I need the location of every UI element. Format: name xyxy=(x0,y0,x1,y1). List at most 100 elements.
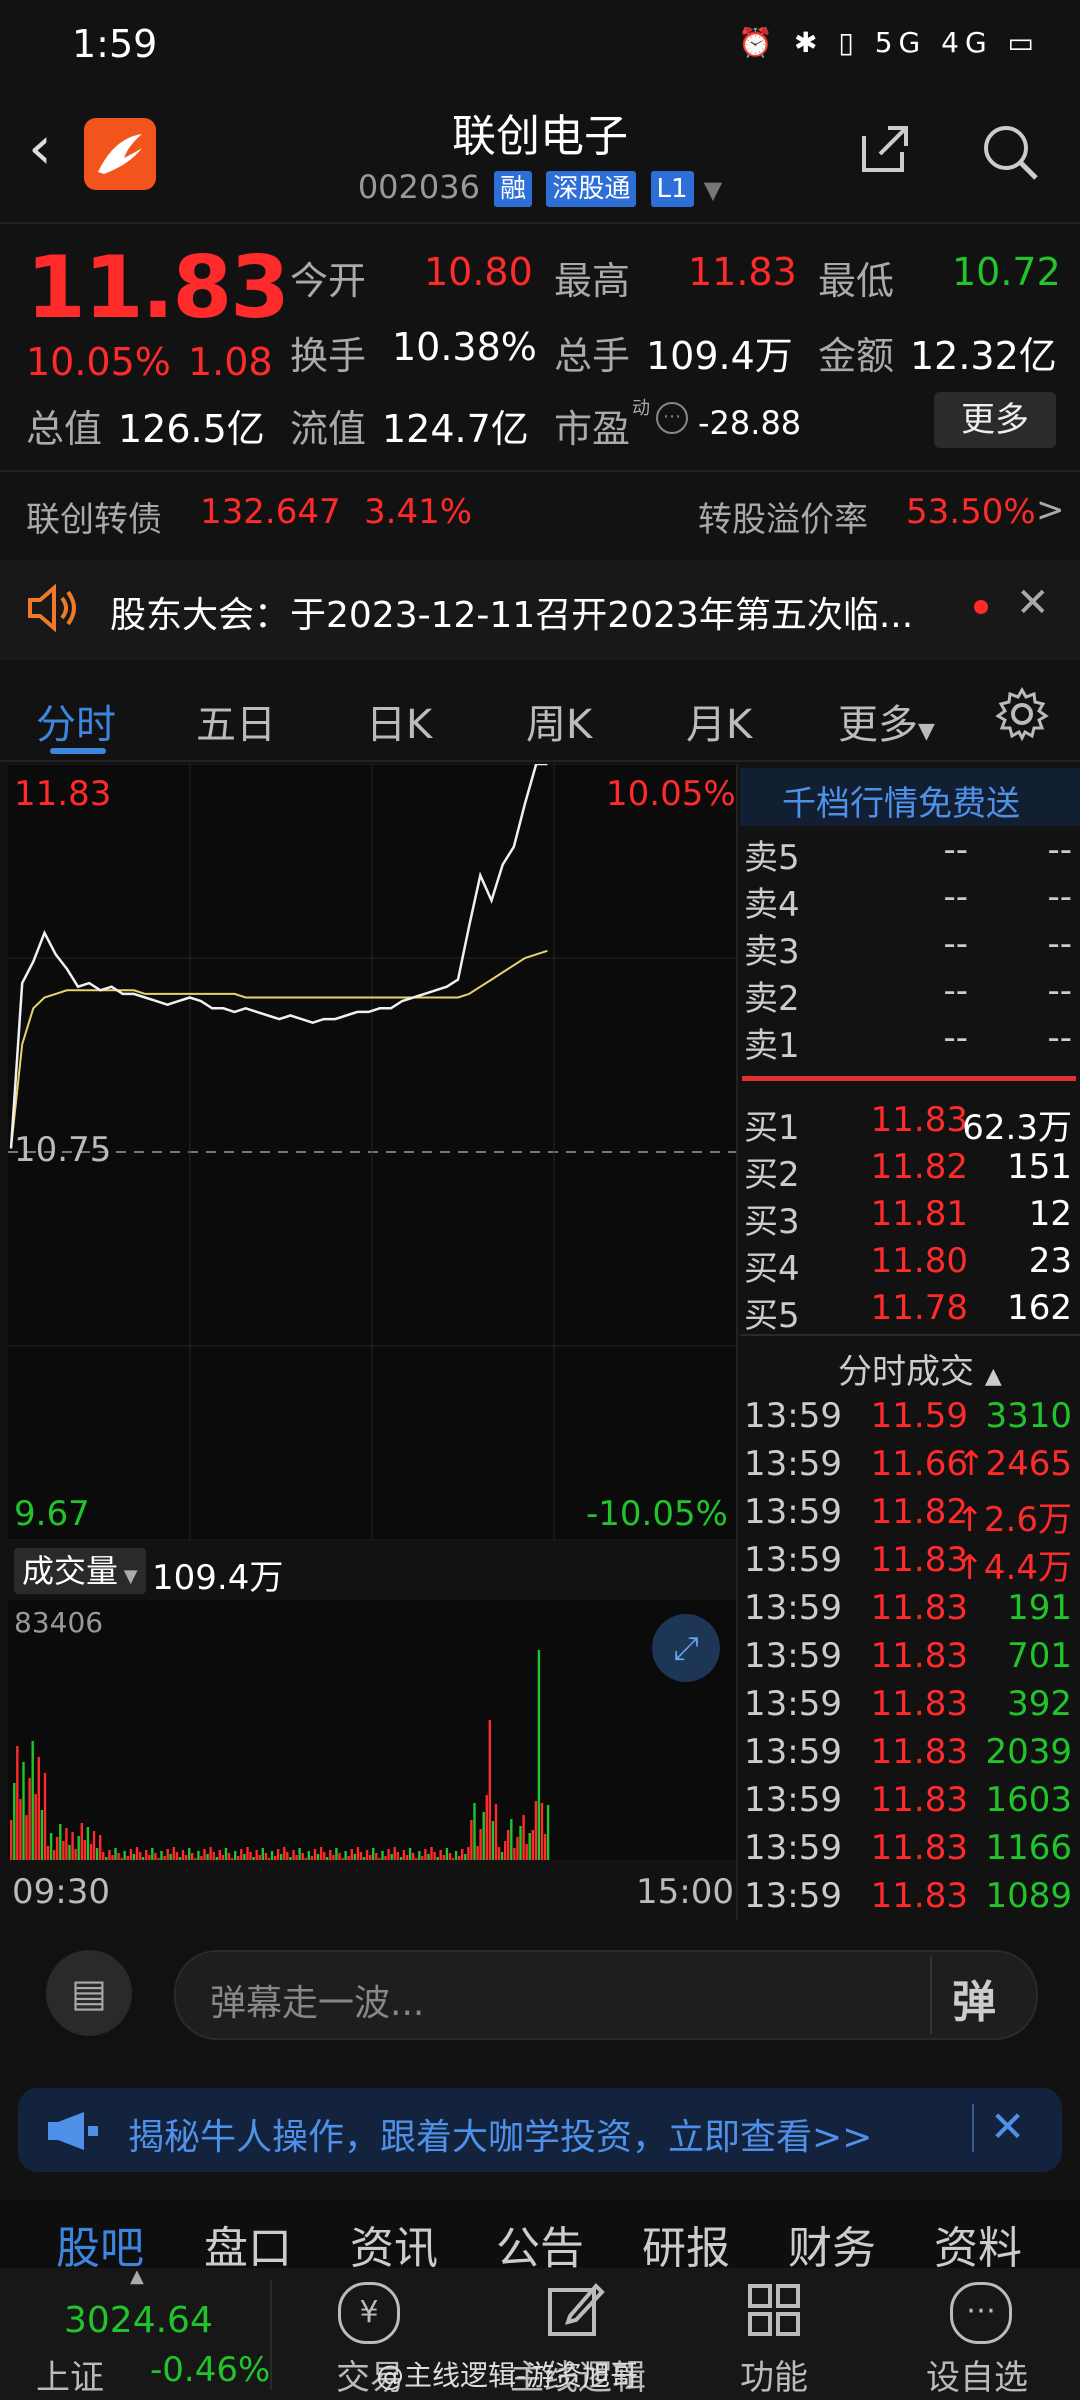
volume-bar xyxy=(74,1849,77,1860)
volume-bar xyxy=(206,1854,209,1860)
volume-bar xyxy=(264,1853,268,1860)
volume-bar xyxy=(476,1846,479,1860)
order-book-banner[interactable]: 千档行情免费送 xyxy=(782,776,1020,825)
info-icon[interactable]: ⋯ xyxy=(656,402,688,434)
trade-price: 11.66 xyxy=(870,1444,968,1484)
turnover-label: 换手 xyxy=(290,334,367,378)
time-end: 15:00 xyxy=(636,1872,734,1912)
dropdown-icon[interactable]: ▼ xyxy=(704,176,722,204)
expand-up-icon[interactable]: ▲ xyxy=(130,2266,144,2287)
volume-bar xyxy=(528,1833,531,1860)
chevron-right-icon[interactable]: > xyxy=(1036,490,1065,530)
volume-bar xyxy=(525,1844,528,1860)
volume-bar xyxy=(283,1847,286,1860)
volume-bar xyxy=(62,1841,65,1860)
tab-research[interactable]: 研报 xyxy=(642,2212,730,2276)
tab-daily-k[interactable]: 日K xyxy=(366,692,432,750)
volume-bar xyxy=(310,1856,314,1860)
trade-price: 11.83 xyxy=(870,1732,968,1772)
index-value[interactable]: 3024.64 xyxy=(64,2300,213,2341)
bond-name[interactable]: 联创转债 xyxy=(26,492,162,541)
settings-gear-icon[interactable] xyxy=(994,686,1050,742)
tab-news[interactable]: 资讯 xyxy=(350,2212,438,2276)
share-icon[interactable] xyxy=(858,122,912,176)
ask-price: -- xyxy=(943,971,968,1011)
trade-time: 13:59 xyxy=(744,1780,842,1820)
nav-watchlist[interactable]: 设自选 xyxy=(926,2350,1028,2399)
tab-profile[interactable]: 资料 xyxy=(934,2212,1022,2276)
divider xyxy=(736,764,738,1920)
more-button[interactable]: 更多 xyxy=(934,392,1056,448)
ask-price: -- xyxy=(943,1018,968,1058)
index-name[interactable]: 上证 xyxy=(36,2350,104,2399)
tab-five-day[interactable]: 五日 xyxy=(196,692,276,750)
volume-bar xyxy=(540,1803,544,1860)
search-icon[interactable] xyxy=(980,122,1040,182)
volume-bar xyxy=(25,1815,28,1860)
tab-monthly-k[interactable]: 月K xyxy=(686,692,752,750)
stock-code: 002036 xyxy=(357,168,480,206)
intraday-price-chart[interactable] xyxy=(8,764,736,1540)
volume-bar xyxy=(203,1849,206,1860)
volume-bar xyxy=(390,1854,393,1860)
danmu-placeholder: 弹幕走一波... xyxy=(210,1983,425,2024)
more-dots-icon: ⋯ xyxy=(950,2282,1012,2344)
volume-bar xyxy=(71,1832,74,1860)
volume-bar xyxy=(13,1783,16,1860)
volume-bar xyxy=(276,1849,280,1860)
trade-time: 13:59 xyxy=(744,1492,842,1532)
trade-price: 11.83 xyxy=(870,1780,968,1820)
float-value: 124.7亿 xyxy=(382,407,529,451)
tab-order-book[interactable]: 盘口 xyxy=(204,2212,292,2276)
danmu-settings-icon[interactable]: ▤ xyxy=(46,1950,132,2036)
volume-bar xyxy=(479,1829,482,1860)
volume-bar xyxy=(442,1855,445,1860)
index-pct[interactable]: -0.46% xyxy=(150,2350,270,2390)
bid-label: 买4 xyxy=(744,1249,800,1289)
trade-time: 13:59 xyxy=(744,1732,842,1772)
volume-bar xyxy=(298,1848,301,1860)
premium-label[interactable]: 转股溢价率 xyxy=(698,492,868,541)
volume-bar xyxy=(359,1852,363,1860)
nav-functions[interactable]: 功能 xyxy=(740,2350,808,2399)
close-icon[interactable]: ✕ xyxy=(990,2102,1025,2151)
fullscreen-expand-icon[interactable]: ⤢ xyxy=(652,1614,720,1682)
volume-bar xyxy=(157,1858,160,1860)
ask-label: 卖4 xyxy=(744,885,800,925)
danmu-toggle-button[interactable]: 弹 xyxy=(952,1966,996,2030)
status-icons: ⏰ ✱ ▯ 5G 4G ▭ xyxy=(738,26,1040,59)
volume-bar xyxy=(464,1854,467,1860)
trades-header[interactable]: 分时成交 ▲ xyxy=(838,1344,1002,1393)
tag-hk-connect: 深股通 xyxy=(546,171,637,207)
tab-announcements[interactable]: 公告 xyxy=(496,2212,584,2276)
volume-bar xyxy=(537,1650,541,1860)
volume-bar xyxy=(154,1853,157,1860)
promo-text[interactable]: 揭秘牛人操作，跟着大咖学投资，立即查看>> xyxy=(128,2108,872,2160)
volume-bar xyxy=(120,1858,123,1860)
tab-finance[interactable]: 财务 xyxy=(788,2212,876,2276)
volume-bar xyxy=(37,1757,40,1860)
volume-bar xyxy=(188,1848,191,1860)
trade-volume: 1089 xyxy=(985,1876,1072,1916)
bid-label: 买3 xyxy=(744,1202,800,1242)
trade-icon: ¥ xyxy=(338,2282,400,2344)
volume-indicator-select[interactable]: 成交量 ▼ xyxy=(14,1548,146,1594)
tab-intraday[interactable]: 分时 xyxy=(36,692,116,750)
tab-more[interactable]: 更多▼ xyxy=(838,692,935,750)
volume-bar xyxy=(172,1847,175,1860)
tab-weekly-k[interactable]: 周K xyxy=(526,692,592,750)
volume-chart[interactable] xyxy=(8,1600,736,1860)
status-bar: 1:59 ⏰ ✱ ▯ 5G 4G ▭ xyxy=(0,0,1080,90)
volume-bar xyxy=(178,1857,182,1860)
volume-bar xyxy=(31,1741,34,1860)
close-icon[interactable]: ✕ xyxy=(1016,580,1050,626)
volume-bar xyxy=(22,1762,25,1860)
volume-bar xyxy=(543,1834,547,1860)
tab-indicator xyxy=(50,748,106,754)
trade-price: 11.83 xyxy=(870,1828,968,1868)
notice-text[interactable]: 股东大会：于2023-12-11召开2023年第五次临... xyxy=(110,586,950,638)
spread-divider xyxy=(742,1076,1076,1081)
volume-bar xyxy=(138,1852,142,1860)
tag-margin: 融 xyxy=(494,171,533,207)
stock-code-row: 002036 融 深股通 L1 ▼ xyxy=(0,168,1080,207)
